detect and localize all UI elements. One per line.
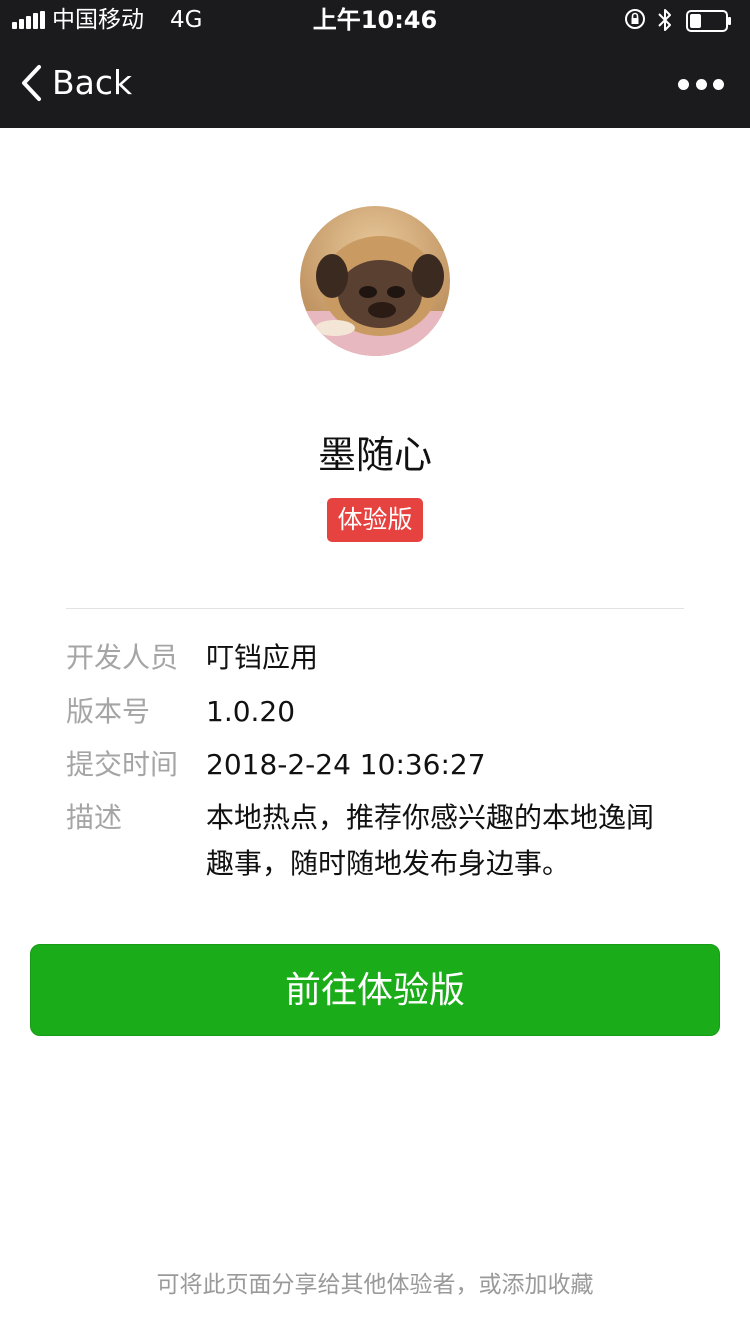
back-button[interactable]: Back — [18, 58, 132, 108]
version-label: 版本号 — [66, 695, 151, 728]
status-bar: 中国移动 4G 上午10:46 — [0, 0, 750, 40]
battery-icon — [686, 10, 731, 32]
top-bar: 中国移动 4G 上午10:46 Back — [0, 0, 750, 128]
description-label: 描述 — [66, 801, 123, 834]
description-value: 本地热点，推荐你感兴趣的本地逸闻趣事，随时随地发布身边事。 — [206, 801, 655, 880]
back-label: Back — [52, 63, 133, 102]
bluetooth-icon — [658, 9, 671, 31]
navigation-bar: Back — [0, 40, 750, 128]
rotation-lock-icon — [625, 9, 645, 29]
trial-version-badge: 体验版 — [327, 498, 423, 542]
submit-time-label: 提交时间 — [66, 748, 179, 781]
more-dot-icon — [678, 78, 689, 90]
version-value: 1.0.20 — [206, 695, 296, 728]
developer-label: 开发人员 — [66, 641, 179, 674]
submit-time-value: 2018-2-24 10:36:27 — [206, 748, 486, 781]
more-menu-button[interactable] — [678, 68, 724, 100]
app-avatar — [300, 206, 450, 356]
share-hint-text: 可将此页面分享给其他体验者，或添加收藏 — [156, 1272, 594, 1298]
app-title: 墨随心 — [317, 433, 432, 477]
badge-container: 体验版 — [0, 498, 750, 542]
developer-value: 叮铛应用 — [206, 641, 319, 674]
pug-photo — [300, 206, 450, 356]
more-dot-icon — [713, 78, 724, 90]
divider — [66, 608, 684, 609]
more-dot-icon — [695, 78, 707, 90]
open-trial-version-button[interactable]: 前往体验版 — [30, 944, 720, 1036]
chevron-left-icon — [22, 65, 41, 101]
